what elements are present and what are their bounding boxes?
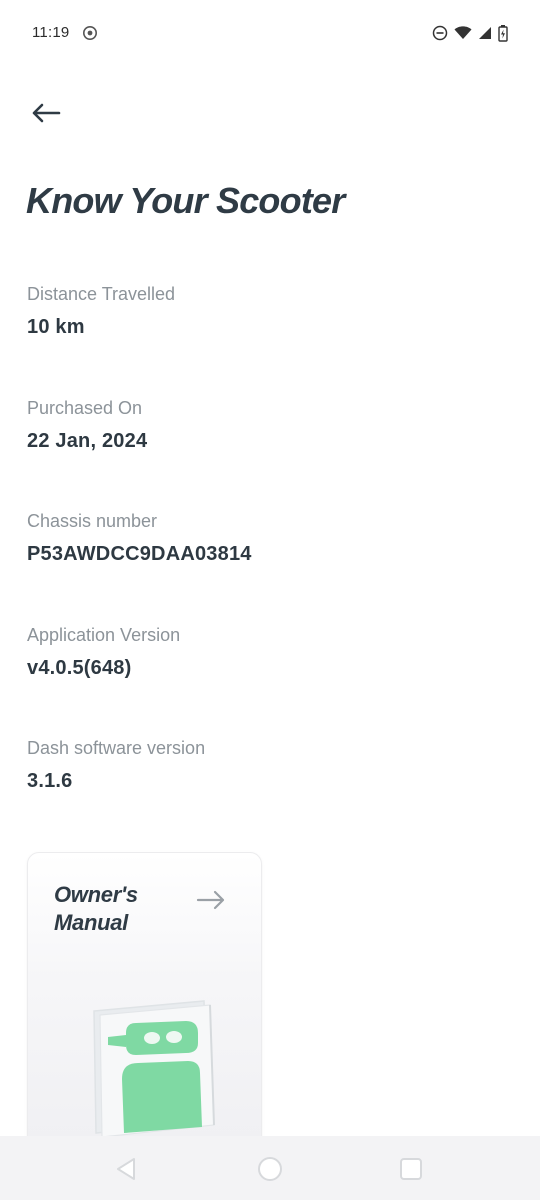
owners-manual-card[interactable]: Owner's Manual bbox=[27, 852, 262, 1174]
wifi-icon bbox=[454, 26, 472, 39]
info-label: Distance Travelled bbox=[27, 284, 176, 304]
page-title: Know Your Scooter bbox=[26, 180, 345, 221]
info-label: Application Version bbox=[27, 624, 181, 645]
arrow-left-icon bbox=[32, 103, 61, 123]
info-value: P53AWDCC9DAA03814 bbox=[27, 543, 252, 565]
info-label: Chassis number bbox=[27, 511, 158, 531]
nav-recents-icon[interactable] bbox=[399, 1157, 423, 1181]
info-label: Dash software version bbox=[27, 738, 206, 758]
info-value: 22 Jan, 2024 bbox=[27, 429, 148, 452]
status-time: 11:19 bbox=[32, 24, 70, 41]
scooter-info-list: Distance Travelled 10 km Purchased On 22… bbox=[27, 282, 507, 850]
status-bar: 11:19 bbox=[0, 0, 540, 68]
nav-home-icon[interactable] bbox=[257, 1156, 283, 1182]
back-button[interactable] bbox=[22, 94, 70, 132]
do-not-disturb-icon bbox=[432, 25, 448, 41]
info-item-dash-software-version: Dash software version 3.1.6 bbox=[27, 736, 507, 850]
arrow-right-icon bbox=[196, 890, 225, 910]
chrome-icon bbox=[83, 26, 97, 40]
battery-charging-icon bbox=[498, 24, 508, 42]
info-item-chassis-number: Chassis number P53AWDCC9DAA03814 bbox=[27, 509, 507, 623]
info-value: 3.1.6 bbox=[27, 770, 73, 792]
info-value: 10 km bbox=[27, 316, 85, 338]
nav-back-icon[interactable] bbox=[114, 1156, 140, 1182]
info-label: Purchased On bbox=[27, 397, 143, 418]
info-item-application-version: Application Version v4.0.5(648) bbox=[27, 623, 507, 737]
info-item-distance: Distance Travelled 10 km bbox=[27, 282, 507, 396]
status-icons bbox=[432, 24, 508, 42]
navigation-bar bbox=[0, 1136, 540, 1200]
info-value: v4.0.5(648) bbox=[27, 656, 132, 679]
manual-book-illustration bbox=[93, 1000, 215, 1138]
signal-icon bbox=[479, 27, 491, 39]
owners-manual-title: Owner's Manual bbox=[54, 882, 138, 935]
info-item-purchased-on: Purchased On 22 Jan, 2024 bbox=[27, 396, 507, 510]
